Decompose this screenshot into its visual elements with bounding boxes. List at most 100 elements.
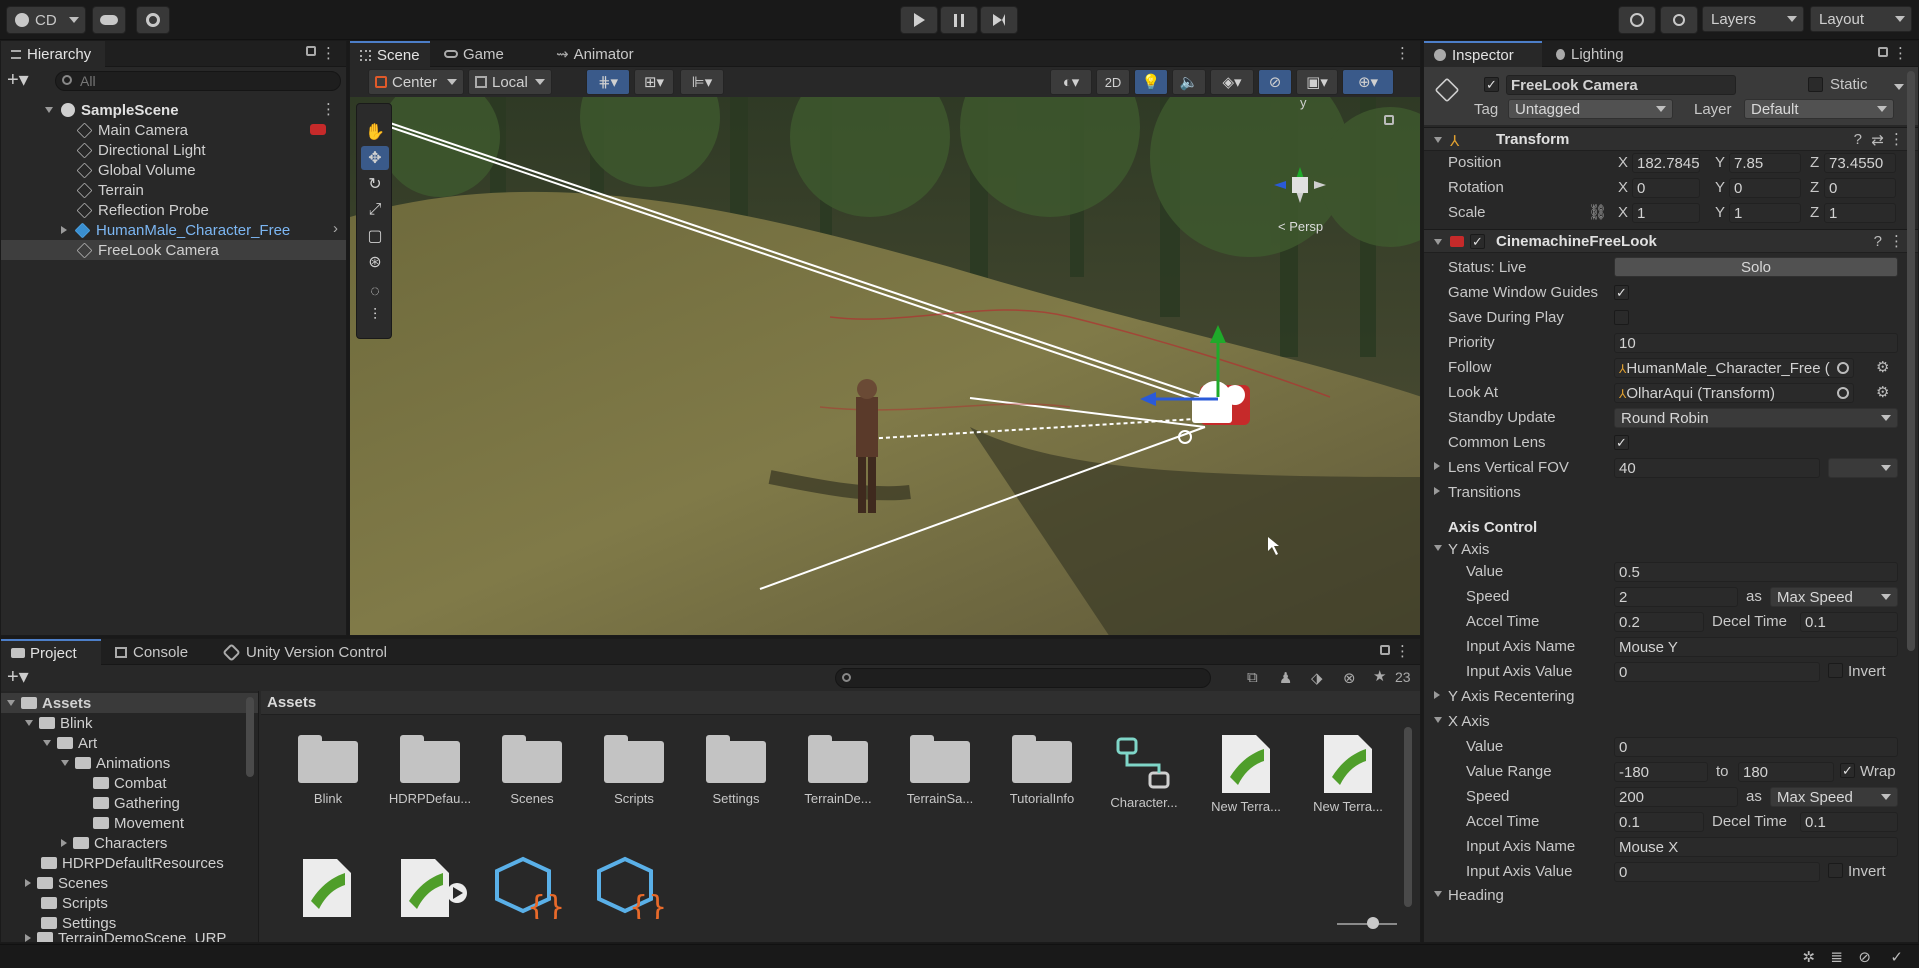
hierarchy-item[interactable]: Terrain	[1, 180, 346, 200]
add-object-button[interactable]: +▾	[7, 70, 29, 90]
bug-icon[interactable]: ✲	[1802, 948, 1815, 966]
y-speed-mode-dropdown[interactable]: Max Speed	[1770, 587, 1898, 607]
grid-snap-button[interactable]: ⋕▾	[586, 69, 630, 95]
y-axis-expand-icon[interactable]	[1434, 545, 1442, 551]
fov-expand-icon[interactable]	[1434, 462, 1440, 470]
game-window-guides-checkbox[interactable]: ✓	[1614, 285, 1629, 300]
position-x-field[interactable]: 182.7845	[1632, 153, 1700, 173]
cloud-button[interactable]	[92, 6, 126, 34]
help-icon[interactable]: ?	[1874, 233, 1882, 250]
space-dropdown[interactable]: Local	[468, 69, 552, 95]
pivot-dropdown[interactable]: Center	[368, 69, 464, 95]
standby-update-dropdown[interactable]: Round Robin	[1614, 408, 1898, 428]
x-input-value-field[interactable]: 0	[1614, 862, 1820, 882]
look-at-field[interactable]: ⅄OlharAqui (Transform)	[1614, 383, 1854, 403]
warning-icon[interactable]: ⊗	[1343, 669, 1356, 687]
scale-x-field[interactable]: 1	[1632, 203, 1700, 223]
scene-row[interactable]: SampleScene ⋮	[1, 100, 346, 120]
tree-item-animations[interactable]: Animations	[1, 753, 258, 773]
lock-icon[interactable]	[1380, 645, 1390, 655]
x-value-field[interactable]: 0	[1614, 737, 1898, 757]
hand-tool-button[interactable]: ✋	[361, 120, 389, 144]
help-icon[interactable]: ?	[1854, 131, 1862, 148]
tree-item-blink[interactable]: Blink	[1, 713, 258, 733]
search-by-type-icon[interactable]: ⧉	[1247, 669, 1258, 686]
mode-2d-button[interactable]: 2D	[1096, 69, 1130, 95]
component-menu-icon[interactable]: ⋮	[1889, 130, 1904, 148]
scene-viewport[interactable]: y < Persp ✋ ✥ ↻ ⤢ ▢ ⊛ ◌ ⫶	[350, 97, 1420, 635]
hierarchy-item[interactable]: Reflection Probe	[1, 200, 346, 220]
x-range-max-field[interactable]: 180	[1738, 762, 1834, 782]
asset-folder[interactable]: Scripts	[589, 735, 679, 806]
object-picker-icon[interactable]	[1837, 362, 1849, 374]
pause-button[interactable]	[940, 6, 978, 34]
tab-animator[interactable]: ⇝ Animator	[546, 41, 644, 67]
position-y-field[interactable]: 7.85	[1729, 153, 1801, 173]
lighting-toggle[interactable]: 💡	[1134, 69, 1168, 95]
scale-y-field[interactable]: 1	[1729, 203, 1801, 223]
lens-fov-field[interactable]: 40	[1614, 458, 1820, 478]
create-asset-button[interactable]: +▾	[7, 667, 29, 687]
asset-item[interactable]: New Terra...	[1303, 731, 1393, 814]
tree-item-terrain-demo[interactable]: TerrainDemoScene_URP	[1, 931, 258, 942]
split-tool-button[interactable]: ⫶	[361, 304, 389, 328]
look-at-settings-icon[interactable]: ⚙	[1876, 383, 1889, 401]
priority-field[interactable]: 10	[1614, 333, 1898, 353]
ruler-button[interactable]: ⊫▾	[680, 69, 724, 95]
x-speed-field[interactable]: 200	[1614, 787, 1738, 807]
database-icon[interactable]: ≣	[1830, 948, 1843, 966]
active-checkbox[interactable]: ✓	[1484, 77, 1499, 92]
hierarchy-item-selected[interactable]: FreeLook Camera	[1, 240, 346, 260]
persp-label[interactable]: < Persp	[1278, 219, 1323, 234]
cinemachine-enabled-checkbox[interactable]: ✓	[1470, 234, 1485, 249]
asset-item[interactable]: New Terra...	[1201, 731, 1291, 814]
tree-item-scenes[interactable]: Scenes	[1, 873, 258, 893]
asset-folder[interactable]: Blink	[283, 735, 373, 806]
x-decel-field[interactable]: 0.1	[1800, 812, 1898, 832]
expand-icon[interactable]	[61, 226, 67, 234]
layer-dropdown[interactable]: Default	[1744, 99, 1894, 119]
transitions-expand-icon[interactable]	[1434, 487, 1440, 495]
chevron-right-icon[interactable]: ›	[333, 220, 338, 237]
more-options-icon[interactable]: ⋮	[1395, 642, 1410, 660]
zoom-slider-thumb[interactable]	[1367, 917, 1379, 929]
tree-item-settings[interactable]: Settings	[1, 913, 258, 933]
asset-item[interactable]: Character...	[1099, 735, 1189, 810]
breadcrumb[interactable]: Assets	[267, 694, 316, 711]
layers-dropdown[interactable]: Layers	[1702, 6, 1804, 32]
y-input-value-field[interactable]: 0	[1614, 662, 1820, 682]
filter-icon[interactable]: ♟	[1279, 669, 1292, 687]
script-asset-icon[interactable]: {}	[493, 855, 563, 919]
inspector-scrollbar[interactable]	[1907, 71, 1915, 651]
transform-header[interactable]: ⅄ Transform ? ⇄ ⋮	[1424, 127, 1918, 151]
scale-tool-button[interactable]: ⤢	[361, 198, 389, 222]
network-icon[interactable]: ⊘	[1858, 948, 1871, 966]
project-search-input[interactable]	[835, 668, 1211, 688]
asset-folder[interactable]: TerrainDe...	[793, 735, 883, 806]
follow-settings-icon[interactable]: ⚙	[1876, 358, 1889, 376]
label-icon[interactable]: ⬗	[1311, 669, 1323, 687]
search-button[interactable]	[1660, 6, 1698, 34]
draw-mode-button[interactable]: ◐▾	[1050, 69, 1092, 95]
audio-toggle[interactable]: 🔈	[1172, 69, 1206, 95]
hierarchy-item[interactable]: Global Volume	[1, 160, 346, 180]
favorite-icon[interactable]: ★	[1373, 667, 1386, 685]
tree-item-characters[interactable]: Characters	[1, 833, 258, 853]
x-axis-expand-icon[interactable]	[1434, 717, 1442, 723]
y-speed-field[interactable]: 2	[1614, 587, 1738, 607]
tree-item-gathering[interactable]: Gathering	[1, 793, 258, 813]
terrain-asset-icon[interactable]	[297, 855, 357, 919]
hierarchy-item[interactable]: Main Camera	[1, 120, 346, 140]
tab-version-control[interactable]: Unity Version Control	[215, 639, 397, 665]
asset-folder[interactable]: TutorialInfo	[997, 735, 1087, 806]
x-wrap-checkbox[interactable]: ✓	[1840, 763, 1855, 778]
asset-folder[interactable]: HDRPDefau...	[385, 735, 475, 806]
y-recentering-expand-icon[interactable]	[1434, 691, 1440, 699]
script-asset-icon[interactable]: {}	[595, 855, 665, 919]
asset-folder[interactable]: TerrainSa...	[895, 735, 985, 806]
tab-inspector[interactable]: Inspector	[1424, 41, 1542, 67]
object-picker-icon[interactable]	[1837, 387, 1849, 399]
tree-item-hdrp[interactable]: HDRPDefaultResources	[1, 853, 258, 873]
tree-item-art[interactable]: Art	[1, 733, 258, 753]
heading-expand-icon[interactable]	[1434, 891, 1442, 897]
